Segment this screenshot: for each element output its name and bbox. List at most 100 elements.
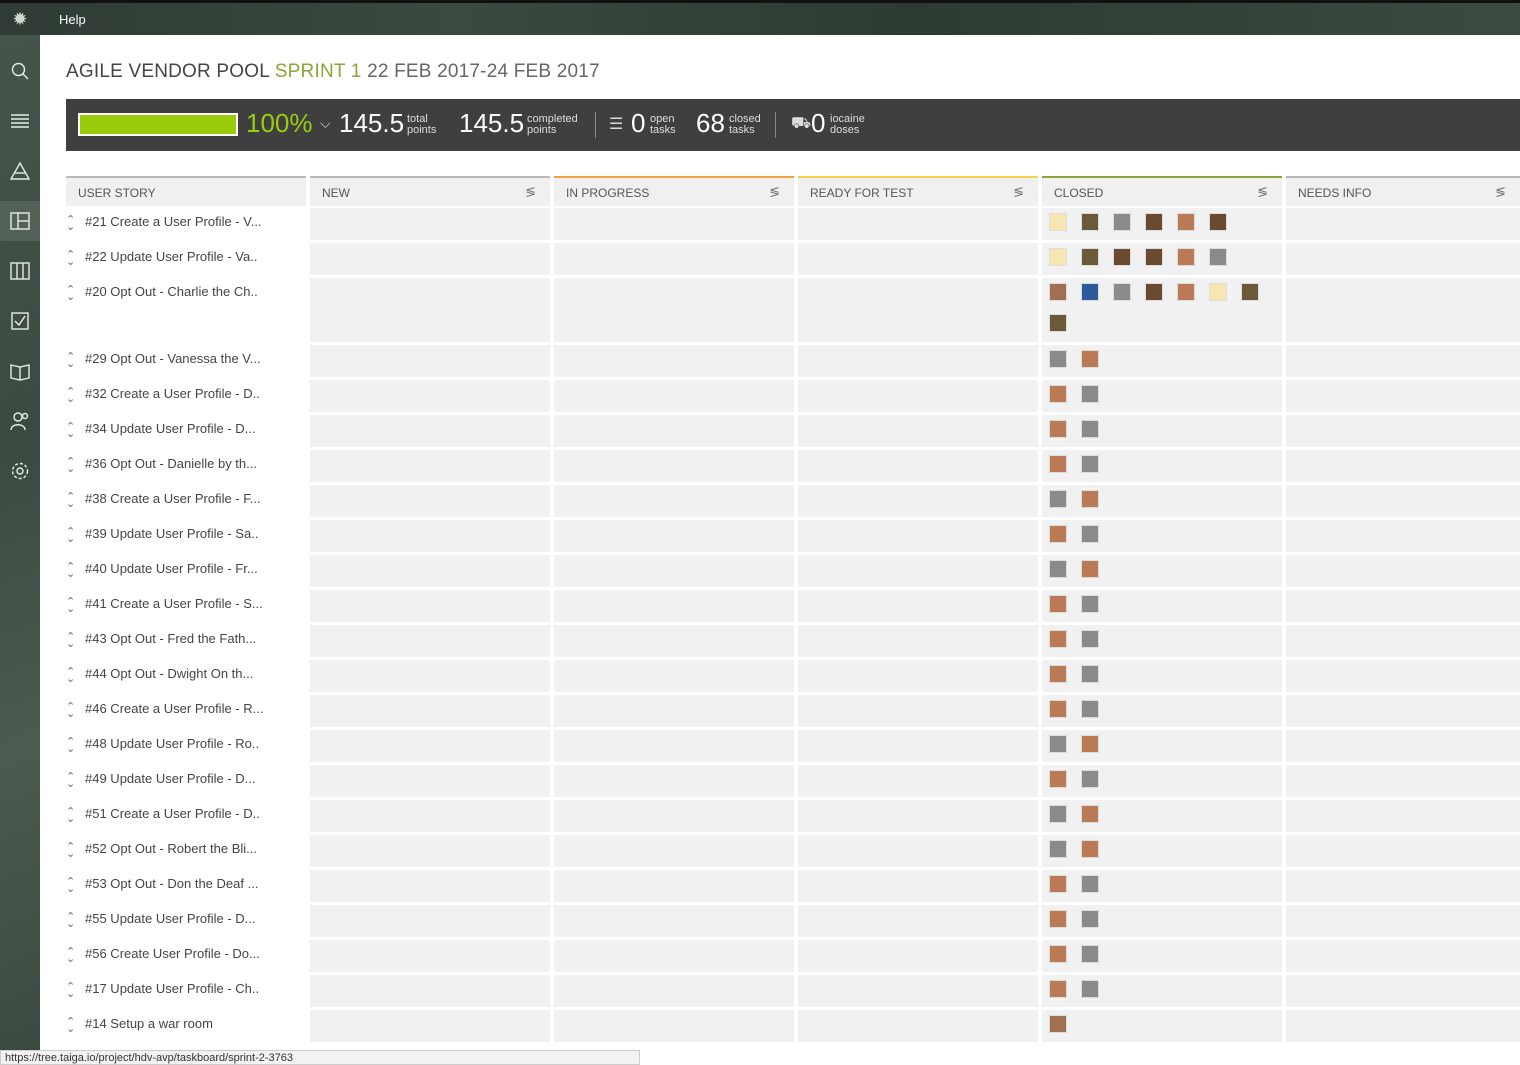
task-avatar-woman[interactable] [1049, 980, 1067, 998]
expand-collapse-icon[interactable]: ⌃ ⌄ [66, 667, 75, 685]
taskboard-cell[interactable] [798, 835, 1038, 867]
taskboard-cell[interactable] [1286, 835, 1520, 867]
taskboard-cell[interactable] [798, 975, 1038, 1007]
taskboard-cell[interactable] [1042, 800, 1282, 832]
taskboard-cell[interactable] [1042, 450, 1282, 482]
help-link[interactable]: Help [59, 12, 86, 27]
taskboard-cell[interactable] [1042, 555, 1282, 587]
user-story-label[interactable]: #44 Opt Out - Dwight On th... [85, 666, 253, 681]
fold-column-icon[interactable]: ≶ [769, 184, 780, 200]
taiga-logo-icon[interactable]: ✹ [0, 3, 40, 35]
taskboard-cell[interactable] [1042, 1010, 1282, 1042]
task-avatar-burger[interactable] [1145, 283, 1163, 301]
user-story-label[interactable]: #49 Update User Profile - D... [85, 771, 256, 786]
task-avatar-cat[interactable] [1081, 630, 1099, 648]
taskboard-cell[interactable] [310, 695, 550, 727]
taskboard-cell[interactable] [1042, 730, 1282, 762]
taskboard-cell[interactable] [310, 660, 550, 692]
taskboard-cell[interactable] [1042, 765, 1282, 797]
taskboard-cell[interactable] [798, 590, 1038, 622]
user-story-label[interactable]: #41 Create a User Profile - S... [85, 596, 263, 611]
taskboard-cell[interactable] [1286, 485, 1520, 517]
task-avatar-cat[interactable] [1113, 213, 1131, 231]
user-story-row[interactable]: ⌃ ⌄ #36 Opt Out - Danielle by th... [66, 456, 306, 488]
fold-column-icon[interactable]: ≶ [1257, 184, 1268, 200]
task-avatar-cat[interactable] [1049, 840, 1067, 858]
user-story-label[interactable]: #21 Create a User Profile - V... [85, 214, 262, 229]
user-story-label[interactable]: #29 Opt Out - Vanessa the V... [85, 351, 261, 366]
taskboard-cell[interactable] [798, 1010, 1038, 1042]
task-avatar-woman[interactable] [1081, 350, 1099, 368]
user-story-row[interactable]: ⌃ ⌄ #20 Opt Out - Charlie the Ch.. [66, 284, 306, 348]
taskboard-cell[interactable] [310, 485, 550, 517]
expand-collapse-icon[interactable]: ⌃ ⌄ [66, 250, 75, 268]
task-avatar-burger[interactable] [1145, 248, 1163, 266]
taskboard-cell[interactable] [310, 765, 550, 797]
expand-collapse-icon[interactable]: ⌃ ⌄ [66, 527, 75, 545]
taskboard-cell[interactable] [1286, 243, 1520, 275]
taskboard-cell[interactable] [554, 590, 794, 622]
taskboard-cell[interactable] [1286, 520, 1520, 552]
user-story-row[interactable]: ⌃ ⌄ #52 Opt Out - Robert the Bli... [66, 841, 306, 873]
task-avatar-woman[interactable] [1049, 700, 1067, 718]
taskboard-cell[interactable] [1042, 590, 1282, 622]
taskboard-cell[interactable] [1286, 975, 1520, 1007]
taskboard-cell[interactable] [1042, 520, 1282, 552]
task-avatar-mtn[interactable] [1049, 314, 1067, 332]
expand-collapse-icon[interactable]: ⌃ ⌄ [66, 842, 75, 860]
user-story-label[interactable]: #51 Create a User Profile - D.. [85, 806, 260, 821]
task-avatar-smile[interactable] [1049, 248, 1067, 266]
taskboard-cell[interactable] [798, 415, 1038, 447]
task-avatar-woman[interactable] [1049, 385, 1067, 403]
taskboard-cell[interactable] [554, 625, 794, 657]
task-avatar-smile[interactable] [1049, 213, 1067, 231]
task-avatar-cat[interactable] [1081, 665, 1099, 683]
taskboard-cell[interactable] [554, 940, 794, 972]
taskboard-cell[interactable] [798, 800, 1038, 832]
task-avatar-cat[interactable] [1081, 875, 1099, 893]
task-avatar-burger[interactable] [1145, 213, 1163, 231]
user-story-label[interactable]: #46 Create a User Profile - R... [85, 701, 263, 716]
task-avatar-cat[interactable] [1049, 805, 1067, 823]
task-avatar-cat[interactable] [1081, 910, 1099, 928]
task-avatar-cat[interactable] [1081, 945, 1099, 963]
taskboard-cell[interactable] [798, 450, 1038, 482]
user-story-row[interactable]: ⌃ ⌄ #51 Create a User Profile - D.. [66, 806, 306, 838]
expand-collapse-icon[interactable]: ⌃ ⌄ [66, 702, 75, 720]
taskboard-cell[interactable] [798, 208, 1038, 240]
taskboard-cell[interactable] [1286, 345, 1520, 377]
taskboard-cell[interactable] [554, 800, 794, 832]
expand-collapse-icon[interactable]: ⌃ ⌄ [66, 877, 75, 895]
epic-icon[interactable] [0, 151, 40, 191]
taskboard-cell[interactable] [1286, 800, 1520, 832]
taskboard-cell[interactable] [1042, 695, 1282, 727]
backlog-icon[interactable] [0, 251, 40, 291]
task-avatar-woman[interactable] [1049, 630, 1067, 648]
user-story-row[interactable]: ⌃ ⌄ #49 Update User Profile - D... [66, 771, 306, 803]
taskboard-cell[interactable] [798, 485, 1038, 517]
taskboard-cell[interactable] [554, 730, 794, 762]
taskboard-cell[interactable] [1286, 450, 1520, 482]
taskboard-cell[interactable] [310, 450, 550, 482]
taskboard-cell[interactable] [554, 208, 794, 240]
task-avatar-burger[interactable] [1113, 248, 1131, 266]
taskboard-cell[interactable] [1042, 345, 1282, 377]
taskboard-cell[interactable] [554, 555, 794, 587]
task-avatar-woman[interactable] [1049, 525, 1067, 543]
expand-collapse-icon[interactable]: ⌃ ⌄ [66, 912, 75, 930]
taskboard-cell[interactable] [310, 625, 550, 657]
task-avatar-cat[interactable] [1049, 350, 1067, 368]
taskboard-cell[interactable] [554, 485, 794, 517]
fold-column-icon[interactable]: ≶ [525, 184, 536, 200]
expand-collapse-icon[interactable]: ⌃ ⌄ [66, 215, 75, 233]
taskboard-cell[interactable] [1286, 870, 1520, 902]
taskboard-cell[interactable] [554, 380, 794, 412]
task-avatar-woman[interactable] [1177, 213, 1195, 231]
taskboard-cell[interactable] [310, 835, 550, 867]
taskboard-cell[interactable] [798, 660, 1038, 692]
taskboard-cell[interactable] [1286, 940, 1520, 972]
taskboard-cell[interactable] [1042, 835, 1282, 867]
taskboard-cell[interactable] [554, 450, 794, 482]
task-avatar-cat[interactable] [1113, 283, 1131, 301]
taskboard-cell[interactable] [554, 278, 794, 342]
